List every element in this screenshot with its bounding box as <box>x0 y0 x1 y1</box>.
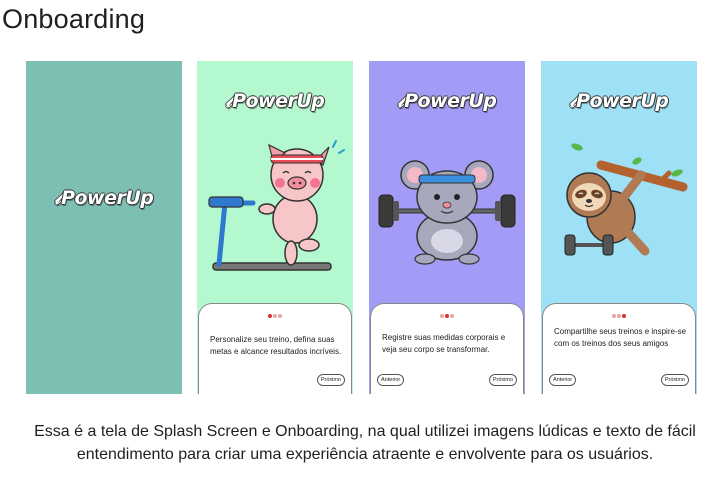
powerup-logo: 𝓁PowerUp <box>26 187 182 209</box>
page-dot <box>450 314 454 318</box>
onboarding-screen-3: 𝓁PowerUp Compartilhe seus treinos e insp… <box>541 61 697 394</box>
onboarding-card: Registre suas medidas corporais e veja s… <box>370 303 524 394</box>
logo-text: PowerUp <box>404 90 497 112</box>
bicep-icon: 𝓁 <box>397 91 404 112</box>
logo-text: PowerUp <box>232 90 325 112</box>
logo-text: PowerUp <box>576 90 669 112</box>
previous-button[interactable]: Anterior <box>377 374 405 386</box>
previous-button[interactable]: Anterior <box>549 374 577 386</box>
next-button[interactable]: Próximo <box>488 374 517 386</box>
page-title: Onboarding <box>2 4 146 34</box>
page-indicator <box>543 312 695 318</box>
mouse-lifting-barbell-icon <box>378 160 516 265</box>
bicep-icon: 𝓁 <box>225 91 232 112</box>
page-dot <box>612 314 616 318</box>
powerup-logo: 𝓁PowerUp <box>369 90 525 112</box>
description-caption: Essa é a tela de Splash Screen e Onboard… <box>34 423 696 463</box>
page-dot <box>268 314 272 318</box>
bicep-icon: 𝓁 <box>569 91 576 112</box>
page-dot <box>617 314 621 318</box>
powerup-logo: 𝓁PowerUp <box>541 90 697 112</box>
onboarding-screen-2: 𝓁PowerUp Registre suas medidas corporais… <box>369 61 525 394</box>
bicep-icon: 𝓁 <box>54 188 61 209</box>
pig-on-treadmill-icon <box>208 140 345 271</box>
onboarding-text: Compartilhe seus treinos e inspire-se co… <box>554 327 687 348</box>
onboarding-screen-1: 𝓁PowerUp Personalize seu treino, defina … <box>197 61 353 394</box>
logo-text: PowerUp <box>61 187 154 209</box>
next-button[interactable]: Próximo <box>660 374 689 386</box>
onboarding-text: Registre suas medidas corporais e veja s… <box>382 333 506 354</box>
page-dot <box>273 314 277 318</box>
sloth-with-dumbbell-icon <box>564 143 688 256</box>
powerup-logo: 𝓁PowerUp <box>197 90 353 112</box>
page-dot <box>622 314 626 318</box>
page-dot <box>440 314 444 318</box>
page-indicator <box>371 312 523 318</box>
onboarding-card: Compartilhe seus treinos e inspire-se co… <box>542 303 696 394</box>
onboarding-text: Personalize seu treino, defina suas meta… <box>210 335 342 356</box>
page-indicator <box>199 312 351 318</box>
next-button[interactable]: Próximo <box>316 374 345 386</box>
splash-screen: 𝓁PowerUp <box>26 61 182 394</box>
onboarding-card: Personalize seu treino, defina suas meta… <box>198 303 352 394</box>
page-dot <box>445 314 449 318</box>
page-dot <box>278 314 282 318</box>
